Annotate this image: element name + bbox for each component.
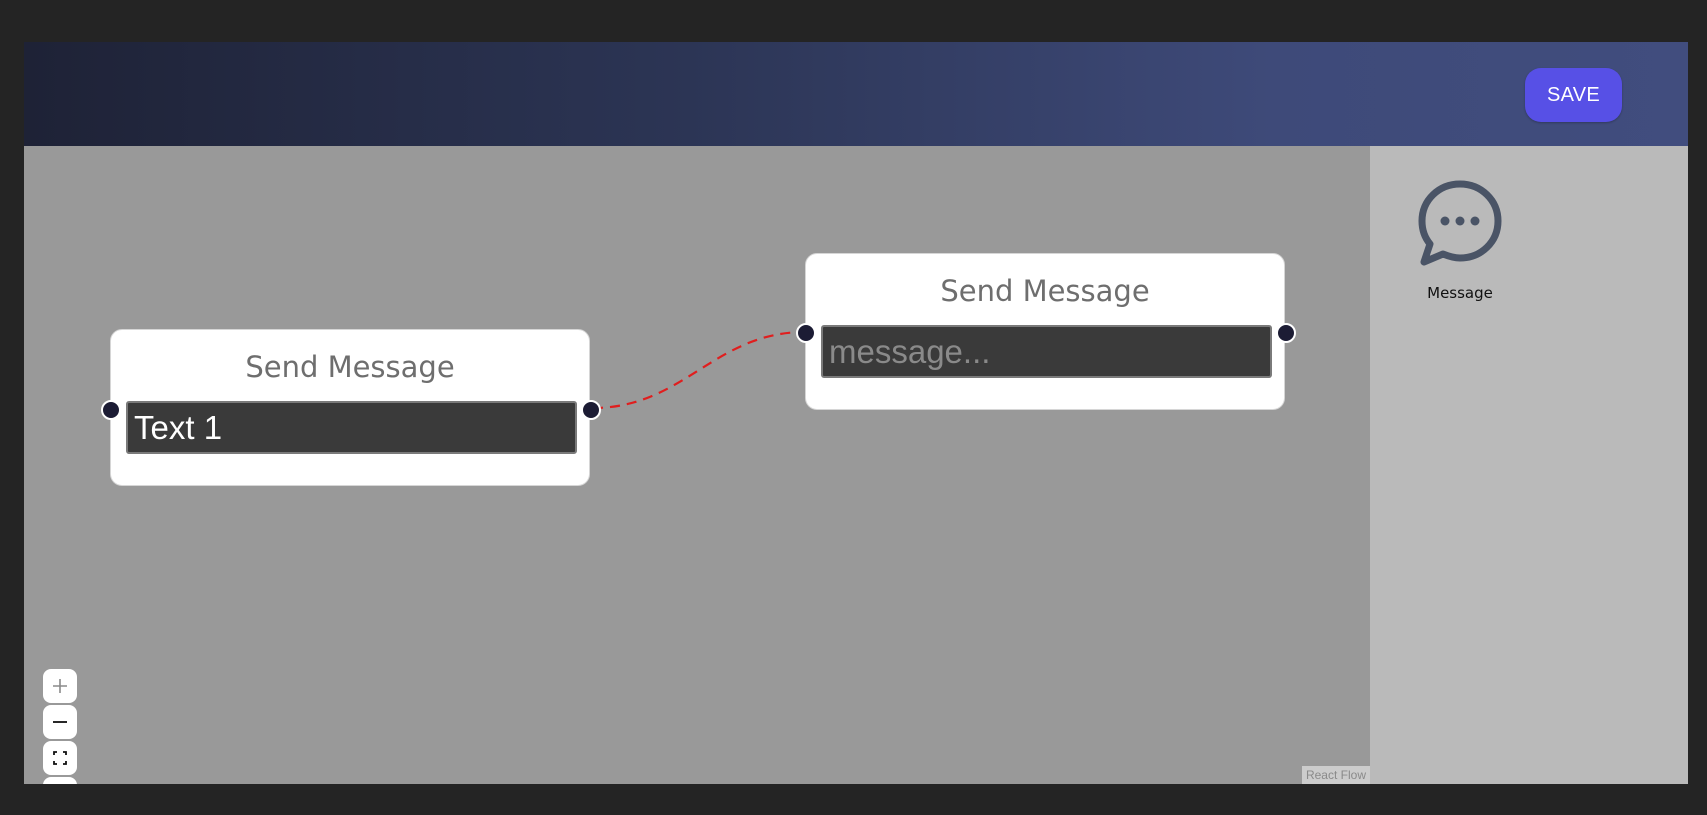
zoom-out-button[interactable] [43,705,77,739]
chat-bubble-icon [1418,180,1502,266]
nodes-panel: Message [1370,146,1688,784]
app-window: SAVE Send Message Send Message [24,42,1688,784]
message-input[interactable] [126,401,577,454]
node-title: Send Message [940,274,1150,308]
panel-item-label: Message [1427,284,1493,302]
message-node-item[interactable]: Message [1410,178,1510,308]
send-message-node[interactable]: Send Message [101,329,601,486]
flow-canvas[interactable]: Send Message Send Message [24,146,1370,784]
minus-icon [53,721,67,723]
save-button[interactable]: SAVE [1525,68,1622,122]
zoom-in-button[interactable] [43,669,77,703]
message-input[interactable] [821,325,1272,378]
fit-view-button[interactable] [43,741,77,775]
fit-view-icon [53,751,67,765]
source-handle[interactable] [581,400,601,420]
flow-controls [43,669,77,784]
plus-icon [53,679,67,693]
target-handle[interactable] [101,400,121,420]
flow-edge[interactable] [592,330,806,410]
source-handle[interactable] [1276,323,1296,343]
attribution-link[interactable]: React Flow [1301,766,1370,784]
send-message-node[interactable]: Send Message [796,253,1296,410]
node-title: Send Message [245,350,455,384]
lock-toggle-button[interactable] [43,777,77,784]
target-handle[interactable] [796,323,816,343]
header-bar: SAVE [24,42,1688,147]
